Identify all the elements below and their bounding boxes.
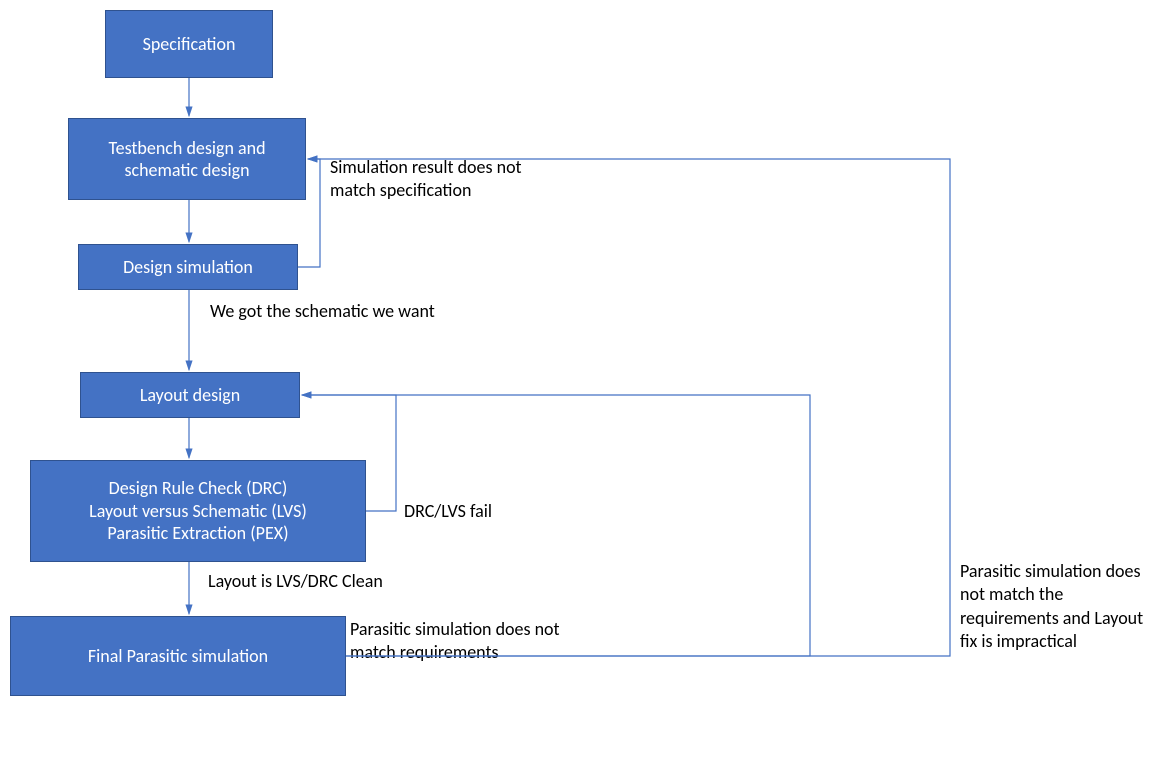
node-drc-lvs-pex: Design Rule Check (DRC) Layout versus Sc…	[30, 460, 366, 562]
label-got-schematic: We got the schematic we want	[210, 300, 530, 323]
label-sim-no-match: Simulation result does not match specifi…	[330, 156, 560, 203]
node-specification: Specification	[105, 10, 273, 78]
node-final-parasitic-label: Final Parasitic simulation	[88, 645, 268, 668]
node-specification-label: Specification	[143, 33, 236, 56]
node-layout-design: Layout design	[80, 372, 300, 418]
node-final-parasitic: Final Parasitic simulation	[10, 616, 346, 696]
node-layout-design-label: Layout design	[140, 384, 240, 407]
node-design-simulation: Design simulation	[78, 244, 298, 290]
node-design-simulation-label: Design simulation	[123, 256, 253, 279]
label-drc-fail-text: DRC/LVS fail	[404, 500, 492, 522]
label-parasitic-no-match: Parasitic simulation does not match requ…	[350, 618, 560, 665]
node-testbench: Testbench design and schematic design	[68, 118, 306, 200]
node-testbench-label: Testbench design and schematic design	[77, 137, 297, 182]
label-got-schematic-text: We got the schematic we want	[210, 300, 435, 322]
label-parasitic-impractical: Parasitic simulation does not match the …	[960, 560, 1150, 654]
label-parasitic-no-match-text: Parasitic simulation does not match requ…	[350, 618, 560, 663]
label-sim-no-match-text: Simulation result does not match specifi…	[330, 156, 522, 201]
label-parasitic-impractical-text: Parasitic simulation does not match the …	[960, 560, 1143, 652]
label-layout-clean-text: Layout is LVS/DRC Clean	[208, 570, 383, 592]
node-drc-lvs-pex-label: Design Rule Check (DRC) Layout versus Sc…	[89, 477, 307, 545]
label-drc-fail: DRC/LVS fail	[404, 500, 564, 523]
label-layout-clean: Layout is LVS/DRC Clean	[208, 570, 468, 593]
